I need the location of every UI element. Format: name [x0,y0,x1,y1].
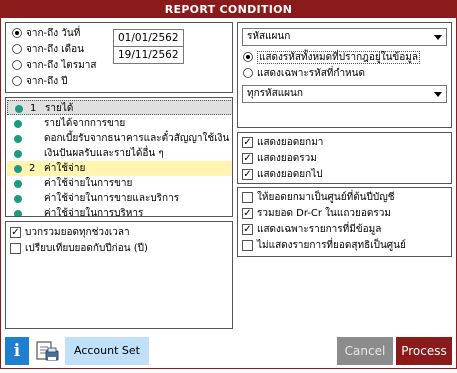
bullet-icon [14,150,22,158]
period-radio-month[interactable] [12,44,22,54]
list-item[interactable]: ค่าใช้จ่ายในการบริหาร [7,206,232,216]
balance-option-total[interactable]: ✓ แสดงยอดรวม [242,152,317,166]
report-condition-window: REPORT CONDITION จาก-ถึง วันที่ จาก-ถึง … [0,0,457,369]
compare-option-prev-year[interactable]: เปรียบเทียบยอดกับปีก่อน (ปี) [10,242,148,256]
department-group: รหัสแผนก แสดงรหัสทั้งหมดที่ปรากฎอยู่ในข้… [237,22,452,128]
checkbox-checked-icon[interactable]: ✓ [242,223,253,235]
period-radio-quarter[interactable] [12,60,22,70]
checkbox-icon[interactable] [10,242,21,254]
display-option-dr-cr[interactable]: ✓ รวมยอด Dr-Cr ในแถวยอดรวม [242,207,391,221]
period-option-day[interactable]: จาก-ถึง วันที่ [12,27,80,41]
list-item[interactable]: ดอกเบี้ยรับจากธนาคารและตั๋วสัญญาใช้เงิน [7,131,232,146]
bullet-icon [15,105,23,113]
print-preview-button[interactable] [32,337,62,365]
compare-option-sum[interactable]: ✓ บวกรวมยอดทุกช่วงเวลา [10,226,130,240]
department-option-specific[interactable]: แสดงเฉพาะรหัสที่กำหนด [243,67,365,81]
period-option-quarter[interactable]: จาก-ถึง ไตรมาส [12,59,96,73]
list-item[interactable]: เงินปันผลรับและรายได้อื่น ๆ [7,146,232,161]
process-button[interactable]: Process [396,337,452,365]
window-title: REPORT CONDITION [1,1,456,18]
list-item[interactable]: ค่าใช้จ่ายในการขาย [7,176,232,191]
balance-group: ✓ แสดงยอดยกมา ✓ แสดงยอดรวม ✓ แสดงยอดยกไป [237,132,452,184]
compare-group: ✓ บวกรวมยอดทุกช่วงเวลา เปรียบเทียบยอดกับป… [5,221,233,329]
bullet-icon [14,180,22,188]
account-set-button[interactable]: Account Set [65,337,149,365]
date-to-input[interactable]: 19/11/2562 [113,46,184,64]
department-radio-all[interactable] [243,52,253,62]
period-group: จาก-ถึง วันที่ จาก-ถึง เดือน จาก-ถึง ไตร… [5,22,233,93]
department-radio-specific[interactable] [243,68,253,78]
bullet-icon [14,135,22,143]
period-option-year[interactable]: จาก-ถึง ปี [12,75,68,89]
print-preview-icon [36,341,59,361]
balance-option-opening[interactable]: ✓ แสดงยอดยกมา [242,136,323,150]
department-select[interactable]: รหัสแผนก [242,28,447,46]
list-item[interactable]: ค่าใช้จ่ายในการขายและบริการ [7,191,232,206]
checkbox-checked-icon[interactable]: ✓ [10,226,21,238]
period-option-month[interactable]: จาก-ถึง เดือน [12,43,84,57]
info-icon: i [13,341,21,361]
checkbox-icon[interactable] [242,239,253,251]
checkbox-checked-icon[interactable]: ✓ [242,207,253,219]
display-option-zero-opening[interactable]: ให้ยอดยกมาเป็นศูนย์ที่ต้นปีบัญชี [242,191,395,205]
balance-option-closing[interactable]: ✓ แสดงยอดยกไป [242,168,323,182]
bullet-icon [14,120,22,128]
info-button[interactable]: i [5,337,29,365]
cancel-button[interactable]: Cancel [337,337,393,365]
department-filter-select[interactable]: ทุกรหัสแผนก [242,85,447,103]
display-group: ให้ยอดยกมาเป็นศูนย์ที่ต้นปีบัญชี ✓ รวมยอด… [237,187,452,257]
list-item[interactable]: รายได้จากการขาย [7,116,232,131]
checkbox-checked-icon[interactable]: ✓ [242,168,253,180]
account-list[interactable]: 1 รายได้ รายได้จากการขาย ดอกเบี้ยรับจากธ… [5,97,233,217]
display-option-hide-zero[interactable]: ไม่แสดงรายการที่ยอดสุทธิเป็นศูนย์ [242,239,406,253]
chevron-down-icon [434,35,442,40]
bullet-icon [14,210,22,216]
chevron-down-icon [434,92,442,97]
checkbox-checked-icon[interactable]: ✓ [242,136,253,148]
bullet-icon [14,195,22,203]
department-option-all[interactable]: แสดงรหัสทั้งหมดที่ปรากฎอยู่ในข้อมูล [243,51,420,65]
bullet-icon [14,165,22,173]
display-option-with-data[interactable]: ✓ แสดงเฉพาะรายการที่มีข้อมูล [242,223,381,237]
list-item[interactable]: 1 รายได้ [7,100,232,115]
period-radio-year[interactable] [12,76,22,86]
list-item-selected[interactable]: 2 ค่าใช้จ่าย [7,161,232,176]
date-from-input[interactable]: 01/01/2562 [113,29,184,47]
checkbox-checked-icon[interactable]: ✓ [242,152,253,164]
checkbox-icon[interactable] [242,191,253,203]
period-radio-day[interactable] [12,28,22,38]
